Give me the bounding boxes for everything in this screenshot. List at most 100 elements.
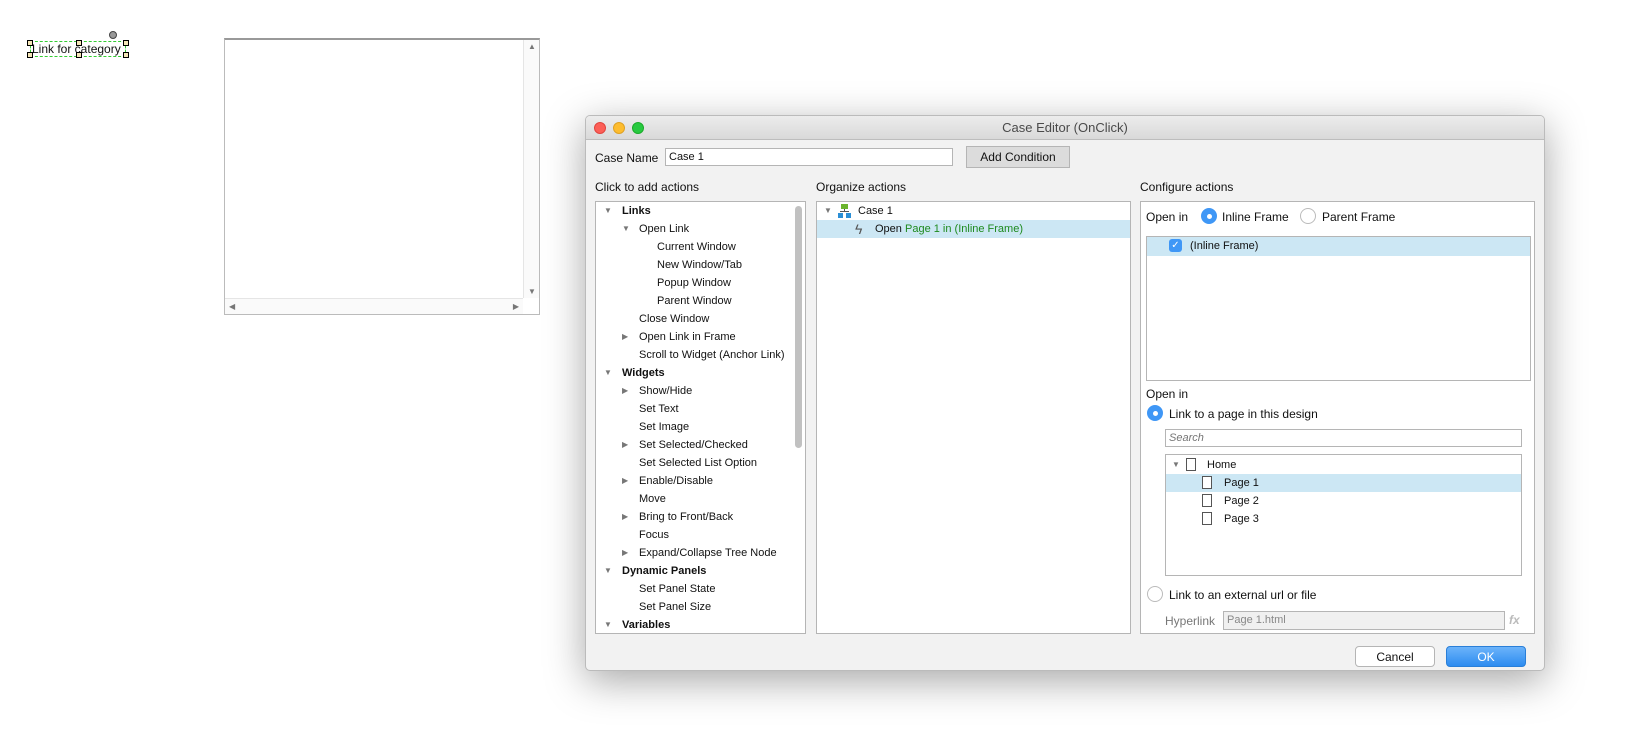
collapse-triangle-icon[interactable]: ▼ <box>604 616 612 633</box>
case-row[interactable]: ▼ Case 1 <box>817 202 1130 220</box>
resize-handle[interactable] <box>123 40 129 46</box>
collapse-triangle-icon[interactable]: ▼ <box>604 364 612 382</box>
action-item[interactable]: ▶ Bring to Front/Back <box>596 508 805 526</box>
resize-handle[interactable] <box>76 52 82 58</box>
page-item[interactable]: Page 2 <box>1166 492 1521 510</box>
configure-actions-heading: Configure actions <box>1140 180 1234 194</box>
link-page-radio[interactable] <box>1147 405 1163 421</box>
ok-button[interactable]: OK <box>1446 646 1526 667</box>
action-item[interactable]: New Window/Tab <box>596 256 805 274</box>
page-label: Page 2 <box>1224 495 1259 507</box>
action-item[interactable]: ▼ Variables <box>596 616 805 633</box>
resize-handle[interactable] <box>76 40 82 46</box>
action-item[interactable]: Scroll to Widget (Anchor Link) <box>596 346 805 364</box>
action-item-label: Variables <box>622 619 671 631</box>
inline-frame-widget[interactable]: ▲ ▼ ◀ ▶ <box>224 38 540 315</box>
inline-frame-radio[interactable] <box>1201 208 1217 224</box>
scroll-left-icon[interactable]: ◀ <box>229 302 235 311</box>
page-icon <box>1202 494 1212 507</box>
action-item[interactable]: ▶ Show/Hide <box>596 382 805 400</box>
checkbox-checked-icon[interactable]: ✓ <box>1169 239 1182 252</box>
page-item[interactable]: ▼ Home <box>1166 456 1521 474</box>
collapse-triangle-icon[interactable]: ▼ <box>604 562 612 580</box>
action-item[interactable]: Set Panel Size <box>596 598 805 616</box>
expand-triangle-icon[interactable]: ▼ <box>824 202 832 220</box>
resize-handle[interactable] <box>123 52 129 58</box>
action-item[interactable]: ▶ Set Selected/Checked <box>596 436 805 454</box>
scroll-right-icon[interactable]: ▶ <box>513 302 519 311</box>
maximize-icon[interactable] <box>632 122 644 134</box>
link-page-label: Link to a page in this design <box>1169 407 1318 421</box>
dialog-title: Case Editor (OnClick) <box>1002 120 1128 135</box>
action-item[interactable]: Set Panel State <box>596 580 805 598</box>
expand-triangle-icon[interactable]: ▶ <box>622 328 628 346</box>
action-item-label: Move <box>639 493 666 505</box>
close-icon[interactable] <box>594 122 606 134</box>
action-item[interactable]: Current Window <box>596 238 805 256</box>
case-name-input[interactable]: Case 1 <box>665 148 953 166</box>
action-item[interactable]: ▼ Open Link <box>596 220 805 238</box>
expand-triangle-icon[interactable]: ▶ <box>622 382 628 400</box>
collapse-triangle-icon[interactable]: ▼ <box>1172 456 1180 474</box>
action-item-label: New Window/Tab <box>657 259 742 271</box>
vertical-scrollbar[interactable]: ▲ ▼ <box>523 40 539 298</box>
title-bar: Case Editor (OnClick) <box>586 116 1544 140</box>
action-item-label: Set Panel State <box>639 583 716 595</box>
frame-item[interactable]: ✓ (Inline Frame) <box>1147 237 1530 256</box>
action-item[interactable]: Focus <box>596 526 805 544</box>
action-item-label: Set Panel Size <box>639 601 712 613</box>
action-item[interactable]: ▶ Expand/Collapse Tree Node <box>596 544 805 562</box>
page-search-input[interactable] <box>1165 429 1522 447</box>
case-editor-dialog: Case Editor (OnClick) Case Name Case 1 A… <box>585 115 1545 671</box>
add-condition-button[interactable]: Add Condition <box>966 146 1070 168</box>
page-tree: ▼ Home Page 1 Page 2 Page 3 <box>1165 454 1522 576</box>
cancel-button[interactable]: Cancel <box>1355 646 1435 667</box>
action-row[interactable]: ϟ Open Page 1 in (Inline Frame) <box>817 220 1130 238</box>
action-item[interactable]: Set Image <box>596 418 805 436</box>
action-item[interactable]: ▼ Links <box>596 202 805 220</box>
expand-triangle-icon[interactable]: ▶ <box>622 472 628 490</box>
expand-triangle-icon[interactable]: ▶ <box>622 508 628 526</box>
action-item-label: Open Link in Frame <box>639 331 736 343</box>
action-verb: Open <box>875 223 902 235</box>
case-label: Case 1 <box>858 205 893 217</box>
configure-panel: Open in Inline Frame Parent Frame ✓ (Inl… <box>1140 201 1535 634</box>
action-item-label: Popup Window <box>657 277 731 289</box>
action-item-label: Links <box>622 205 651 217</box>
action-item[interactable]: ▶ Open Link in Frame <box>596 328 805 346</box>
rotate-handle[interactable] <box>109 31 117 39</box>
page-label: Page 3 <box>1224 513 1259 525</box>
collapse-triangle-icon[interactable]: ▼ <box>604 202 612 220</box>
fx-button[interactable]: fx <box>1509 613 1520 627</box>
link-external-radio[interactable] <box>1147 586 1163 602</box>
horizontal-scrollbar[interactable]: ◀ ▶ <box>225 298 523 314</box>
minimize-icon[interactable] <box>613 122 625 134</box>
resize-handle[interactable] <box>27 52 33 58</box>
open-in-label: Open in <box>1146 210 1189 224</box>
action-item-label: Open Link <box>639 223 690 235</box>
page-label: Page 1 <box>1224 477 1259 489</box>
action-item[interactable]: Move <box>596 490 805 508</box>
expand-triangle-icon[interactable]: ▶ <box>622 436 628 454</box>
action-item[interactable]: ▼ Widgets <box>596 364 805 382</box>
actions-list: ▼ Links ▼ Open Link Current Window New Window… <box>595 201 806 634</box>
action-item[interactable]: Set Text <box>596 400 805 418</box>
action-item-label: Expand/Collapse Tree Node <box>639 547 777 559</box>
scroll-up-icon[interactable]: ▲ <box>528 42 536 51</box>
action-item[interactable]: Popup Window <box>596 274 805 292</box>
action-item[interactable]: Parent Window <box>596 292 805 310</box>
action-item[interactable]: ▼ Dynamic Panels <box>596 562 805 580</box>
scroll-down-icon[interactable]: ▼ <box>528 287 536 296</box>
resize-handle[interactable] <box>27 40 33 46</box>
action-item-label: Scroll to Widget (Anchor Link) <box>639 349 785 361</box>
collapse-triangle-icon[interactable]: ▼ <box>622 220 630 238</box>
action-item[interactable]: Close Window <box>596 310 805 328</box>
hyperlink-input[interactable]: Page 1.html <box>1223 611 1505 630</box>
action-item[interactable]: ▶ Enable/Disable <box>596 472 805 490</box>
page-item[interactable]: Page 3 <box>1166 510 1521 528</box>
parent-frame-radio[interactable] <box>1300 208 1316 224</box>
action-item-label: Current Window <box>657 241 736 253</box>
page-item[interactable]: Page 1 <box>1166 474 1521 492</box>
expand-triangle-icon[interactable]: ▶ <box>622 544 628 562</box>
action-item[interactable]: Set Selected List Option <box>596 454 805 472</box>
